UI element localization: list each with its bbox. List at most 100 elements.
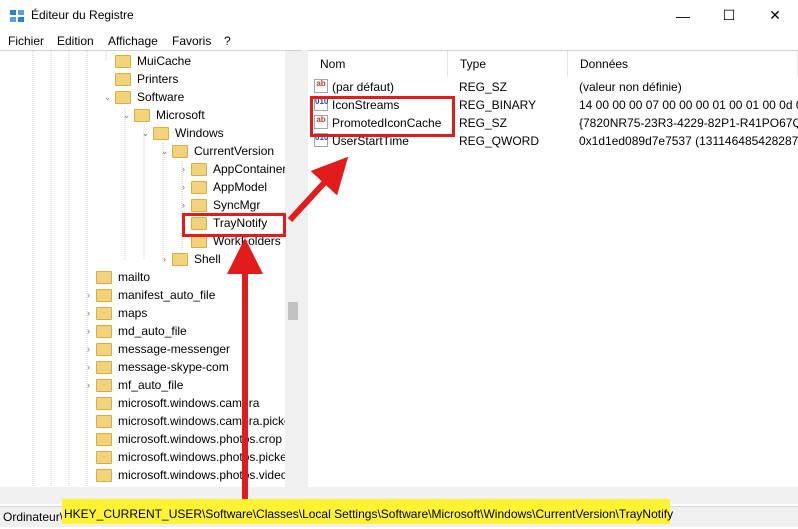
values-highlight-box	[310, 96, 455, 137]
title-bar: Éditeur du Registre — ☐ ✕	[0, 0, 798, 31]
folder-icon	[96, 432, 112, 446]
chevron-down-icon[interactable]: ⌄	[160, 146, 169, 157]
value-type: REG_BINARY	[459, 98, 537, 112]
minimize-button[interactable]: —	[660, 0, 706, 31]
menu-bar: Fichier Edition Affichage Favoris ?	[0, 31, 798, 50]
chevron-right-icon[interactable]: ›	[84, 326, 93, 336]
tree-item-shell[interactable]: › Shell	[160, 250, 221, 268]
maximize-button[interactable]: ☐	[706, 0, 752, 31]
tree-item-label: Software	[137, 90, 185, 104]
tree-item-label: message-messenger	[118, 342, 231, 356]
folder-icon	[96, 450, 112, 464]
tree-item-microsoft-windows-photos-picker[interactable]: microsoft.windows.photos.picker	[84, 448, 291, 466]
folder-icon	[191, 180, 207, 194]
chevron-down-icon[interactable]: ⌄	[141, 128, 150, 139]
maximize-icon: ☐	[722, 7, 736, 23]
status-computer-label: Ordinateur\	[3, 510, 64, 524]
pane-splitter[interactable]	[301, 50, 308, 506]
tree-item-currentversion[interactable]: ⌄ CurrentVersion	[160, 142, 274, 160]
status-key-path: HKEY_CURRENT_USER\Software\Classes\Local…	[62, 499, 673, 524]
tree-item-label: microsoft.windows.camera	[118, 396, 260, 410]
folder-icon	[96, 306, 112, 320]
tree-item-label: microsoft.windows.photos.picker	[118, 450, 291, 464]
tree-item-label: message-skype-com	[118, 360, 229, 374]
tree-item-label: microsoft.windows.photos.videoedit	[118, 468, 301, 482]
folder-icon	[153, 126, 169, 140]
chevron-down-icon[interactable]: ⌄	[122, 110, 131, 121]
tree-item-label: md_auto_file	[118, 324, 187, 338]
tree-item-mailto[interactable]: mailto	[84, 268, 150, 286]
tree-item-printers[interactable]: Printers	[103, 70, 178, 88]
chevron-down-icon[interactable]: ⌄	[103, 92, 112, 103]
folder-icon	[115, 72, 131, 86]
tree-scroll-thumb[interactable]	[288, 302, 298, 320]
chevron-right-icon[interactable]: ›	[84, 308, 93, 318]
tree-item-muicache[interactable]: MuiCache	[103, 52, 191, 70]
value-data: {7820NR75-23R3-4229-82P1-R41PO67Q5O9R}	[579, 116, 798, 130]
tree-item-appcontainer[interactable]: › AppContainer	[179, 160, 286, 178]
tree-item-appmodel[interactable]: › AppModel	[179, 178, 267, 196]
regedit-app-icon	[10, 10, 24, 22]
tree-item-maps[interactable]: › maps	[84, 304, 147, 322]
folder-icon	[172, 252, 188, 266]
tree-item-label: mailto	[118, 270, 151, 284]
chevron-right-icon[interactable]: ›	[84, 380, 93, 390]
tree-item-mf-auto-file[interactable]: › mf_auto_file	[84, 376, 183, 394]
tree-item-syncmgr[interactable]: › SyncMgr	[179, 196, 260, 214]
value-name: (par défaut)	[332, 80, 395, 94]
menu-fichier[interactable]: Fichier	[8, 34, 44, 48]
tree-item-microsoft-windows-photos-videoedit[interactable]: microsoft.windows.photos.videoedit	[84, 466, 301, 484]
folder-icon	[96, 342, 112, 356]
tree-item-md-auto-file[interactable]: › md_auto_file	[84, 322, 187, 340]
tree-item-microsoft-windows-camera-picker[interactable]: microsoft.windows.camera.picker	[84, 412, 295, 430]
value-type: REG_SZ	[459, 80, 508, 94]
tree-item-label: AppModel	[213, 180, 268, 194]
tree-item-label: microsoft.windows.camera.picker	[118, 414, 295, 428]
close-button[interactable]: ✕	[752, 0, 798, 31]
folder-icon	[172, 144, 188, 158]
tree-item-label: Microsoft	[156, 108, 205, 122]
folder-icon	[115, 90, 131, 104]
column-header-name[interactable]: Nom	[308, 51, 448, 77]
menu-favoris[interactable]: Favoris	[172, 34, 211, 48]
column-header-data[interactable]: Données	[568, 51, 798, 77]
tree-item-manifest-auto-file[interactable]: › manifest_auto_file	[84, 286, 215, 304]
value-row-default[interactable]: ab (par défaut) REG_SZ (valeur non défin…	[308, 78, 798, 96]
tree-item-microsoft[interactable]: ⌄ Microsoft	[122, 106, 205, 124]
menu-affichage[interactable]: Affichage	[108, 34, 158, 48]
folder-icon	[96, 324, 112, 338]
tree-item-label: Printers	[137, 72, 179, 86]
tree-item-message-skype-com[interactable]: › message-skype-com	[84, 358, 229, 376]
chevron-right-icon[interactable]: ›	[84, 362, 93, 372]
folder-icon	[134, 108, 150, 122]
value-data: 14 00 00 00 07 00 00 00 01 00 01 00 0d 0…	[579, 98, 798, 112]
tree-item-label: mf_auto_file	[118, 378, 184, 392]
folder-icon	[191, 162, 207, 176]
tree-item-message-messenger[interactable]: › message-messenger	[84, 340, 230, 358]
tree-item-label: Windows	[175, 126, 224, 140]
tree-item-label: maps	[118, 306, 148, 320]
menu-edition[interactable]: Edition	[57, 34, 94, 48]
tree-item-windows[interactable]: ⌄ Windows	[141, 124, 224, 142]
chevron-right-icon[interactable]: ›	[179, 200, 188, 210]
value-data: 0x1d1ed089d7e7537 (131146485428287751)	[579, 134, 798, 148]
column-header-type[interactable]: Type	[448, 51, 568, 77]
menu-help[interactable]: ?	[224, 34, 231, 48]
value-type: REG_SZ	[459, 116, 508, 130]
chevron-right-icon[interactable]: ›	[179, 164, 188, 174]
chevron-right-icon[interactable]: ›	[160, 254, 169, 264]
folder-icon	[96, 396, 112, 410]
tree-item-microsoft-windows-camera[interactable]: microsoft.windows.camera	[84, 394, 259, 412]
window-title: Éditeur du Registre	[31, 8, 134, 22]
string-value-icon: ab	[314, 79, 328, 93]
tree-vertical-scrollbar[interactable]	[285, 51, 301, 487]
tree-item-label: AppContainer	[213, 162, 287, 176]
chevron-right-icon[interactable]: ›	[84, 290, 93, 300]
chevron-right-icon[interactable]: ›	[179, 182, 188, 192]
tree-item-software[interactable]: ⌄ Software	[103, 88, 185, 106]
chevron-right-icon[interactable]: ›	[84, 344, 93, 354]
tree-item-label: MuiCache	[137, 54, 192, 68]
tree-item-label: Shell	[194, 252, 221, 266]
tree-item-label: CurrentVersion	[194, 144, 275, 158]
tree-item-microsoft-windows-photos-crop[interactable]: microsoft.windows.photos.crop	[84, 430, 282, 448]
